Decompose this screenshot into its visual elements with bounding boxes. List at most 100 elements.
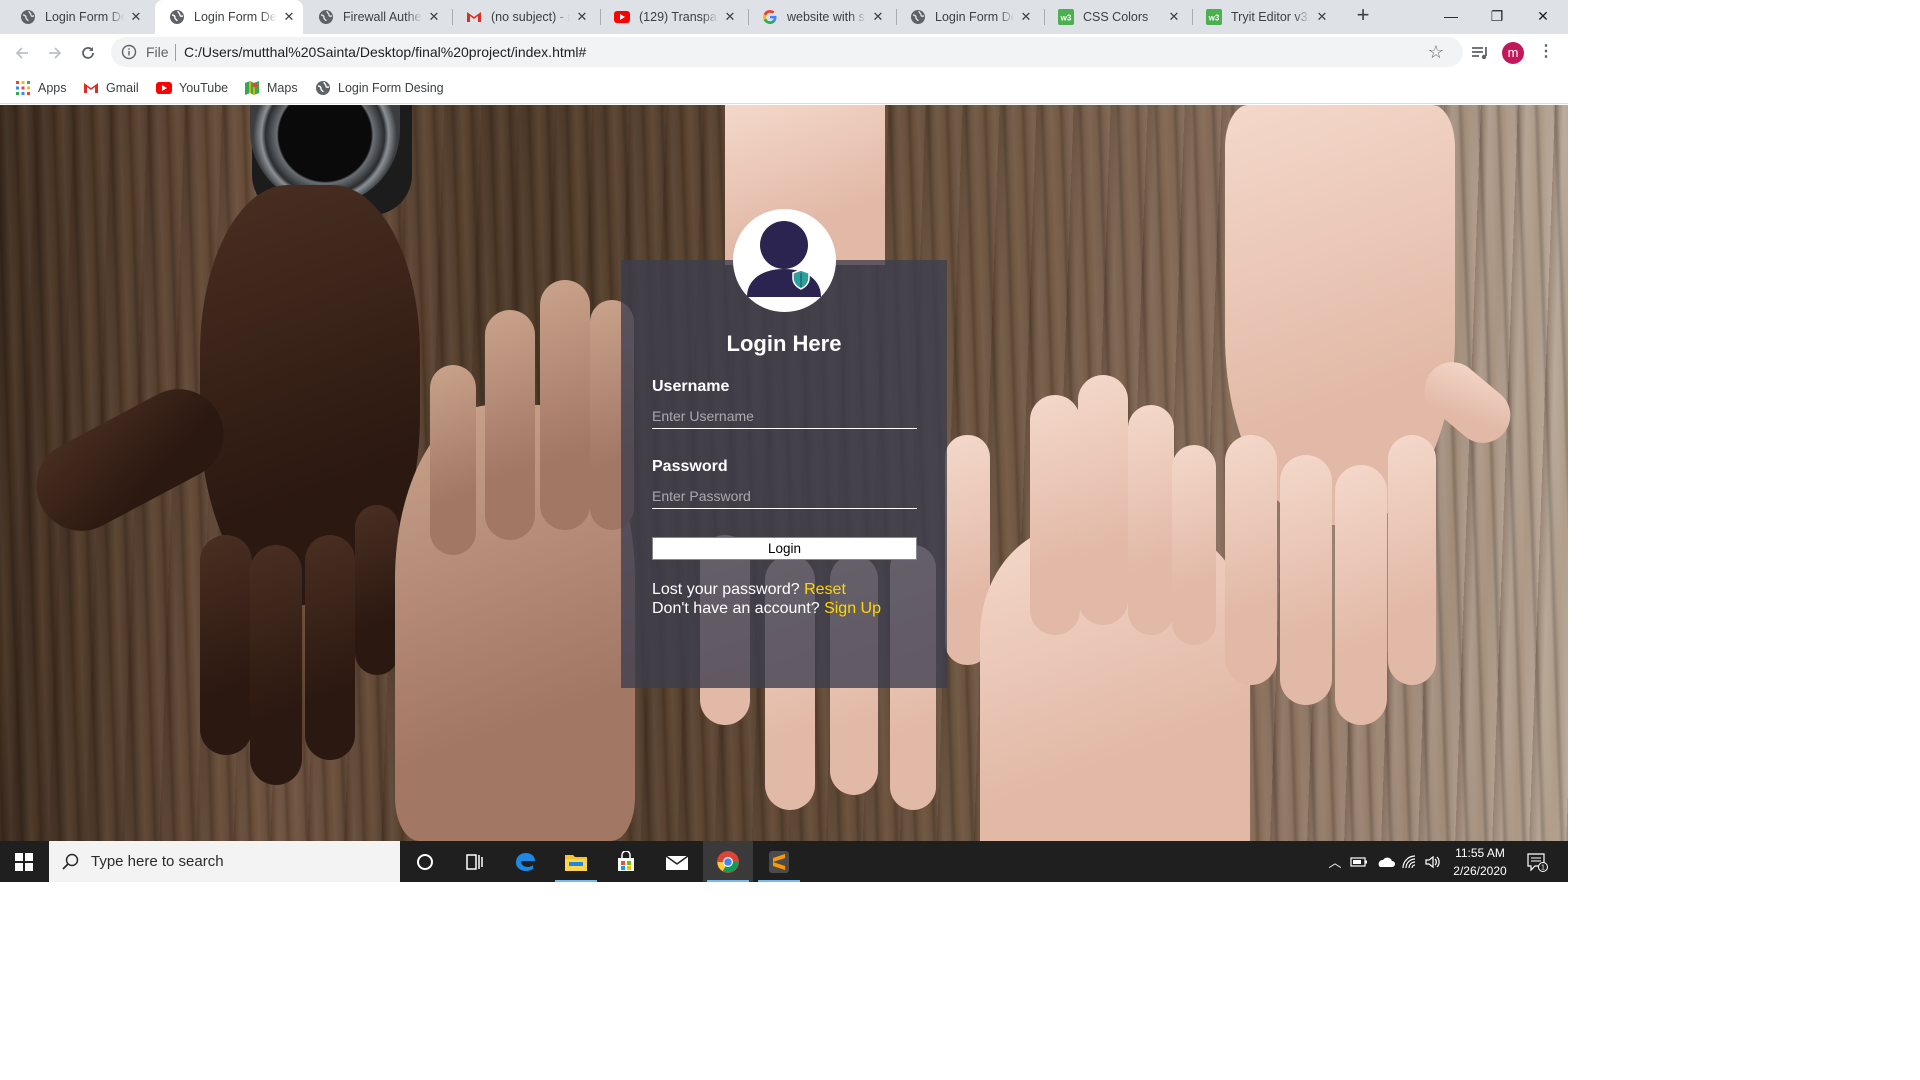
svg-text:w3: w3 — [1060, 14, 1072, 23]
search-placeholder: Type here to search — [91, 853, 224, 870]
volume-icon[interactable] — [1422, 841, 1444, 882]
profile-avatar[interactable]: m — [1502, 42, 1524, 64]
browser-tab[interactable]: Login Form Desing ✕ — [0, 0, 150, 34]
right-finger-image — [1225, 435, 1277, 685]
browser-tab[interactable]: Login Form Desing ✕ — [890, 0, 1040, 34]
password-input[interactable] — [652, 483, 917, 509]
medium-finger-image — [485, 310, 535, 540]
cortana-icon[interactable] — [400, 841, 450, 882]
tab-title: Login Form Desing — [45, 10, 124, 24]
task-view-icon[interactable] — [450, 841, 500, 882]
bookmark-label: YouTube — [179, 81, 229, 95]
browser-tab[interactable]: w3 Tryit Editor v3.6 ✕ — [1186, 0, 1336, 34]
notification-count: 1 — [1541, 864, 1545, 871]
w3schools-icon: w3 — [1206, 9, 1222, 25]
light-finger-image — [1030, 395, 1080, 635]
bookmark-maps[interactable]: Maps — [244, 78, 298, 98]
maps-icon — [244, 80, 260, 96]
edge-icon[interactable] — [500, 841, 550, 882]
windows-taskbar: Type here to search ︿ 11:55 AM 2/26/2020 — [0, 841, 1568, 882]
user-shield-icon — [747, 221, 821, 297]
taskbar-clock[interactable]: 11:55 AM 2/26/2020 — [1442, 844, 1518, 880]
taskbar-search-box[interactable]: Type here to search — [49, 841, 400, 882]
tab-title: (no subject) - mail — [491, 10, 570, 24]
username-label: Username — [652, 378, 730, 395]
reset-link[interactable]: Reset — [804, 581, 846, 598]
medium-finger-image — [430, 365, 476, 555]
forward-button[interactable] — [43, 41, 67, 65]
minimize-button[interactable]: — — [1428, 0, 1474, 32]
address-bar[interactable]: File C:/Users/mutthal%20Sainta/Desktop/f… — [111, 37, 1463, 67]
chrome-menu-icon[interactable]: ⋮ — [1538, 40, 1554, 64]
right-finger-image — [1388, 435, 1436, 685]
browser-tab-active[interactable]: Login Form Desing ✕ — [155, 0, 303, 34]
password-label: Password — [652, 458, 728, 475]
apps-grid-icon — [15, 80, 31, 96]
new-tab-button[interactable]: + — [1352, 4, 1374, 27]
dark-finger-image — [200, 535, 252, 755]
media-control-icon[interactable] — [1469, 42, 1491, 64]
dark-finger-image — [305, 535, 355, 760]
dark-finger-image — [355, 505, 399, 675]
reload-icon — [82, 47, 94, 59]
close-tab-icon[interactable]: ✕ — [426, 9, 442, 25]
forward-arrow-icon — [49, 47, 62, 59]
clock-date: 2/26/2020 — [1453, 864, 1507, 878]
globe-icon — [318, 9, 334, 25]
browser-tab[interactable]: (no subject) - mail ✕ — [446, 0, 596, 34]
info-icon[interactable] — [121, 44, 137, 60]
light-finger-image — [1128, 405, 1174, 635]
close-window-button[interactable]: ✕ — [1520, 0, 1566, 32]
onedrive-cloud-icon[interactable] — [1372, 841, 1398, 882]
bookmark-star-icon[interactable]: ☆ — [1425, 41, 1447, 63]
user-avatar — [733, 209, 836, 312]
bookmark-login-form[interactable]: Login Form Desing — [315, 78, 444, 98]
bookmark-label: Maps — [267, 81, 298, 95]
dark-thumb-image — [20, 373, 240, 547]
bookmark-label: Apps — [38, 81, 67, 95]
close-tab-icon[interactable]: ✕ — [1166, 9, 1182, 25]
bookmark-apps[interactable]: Apps — [15, 78, 67, 98]
bookmark-gmail[interactable]: Gmail — [83, 78, 139, 98]
globe-icon — [910, 9, 926, 25]
tab-title: (129) Transparent — [639, 10, 718, 24]
lost-password-text: Lost your password? — [652, 581, 800, 598]
sublime-text-icon[interactable] — [754, 841, 804, 882]
close-tab-icon[interactable]: ✕ — [1314, 9, 1330, 25]
close-tab-icon[interactable]: ✕ — [281, 9, 297, 25]
browser-tab[interactable]: Firewall Authentication ✕ — [298, 0, 448, 34]
close-tab-icon[interactable]: ✕ — [722, 9, 738, 25]
tab-title: Login Form Desing — [935, 10, 1014, 24]
store-icon[interactable] — [601, 841, 651, 882]
restore-button[interactable]: ❐ — [1474, 0, 1520, 32]
tab-title: Firewall Authentication — [343, 10, 422, 24]
signup-link[interactable]: Sign Up — [824, 600, 881, 617]
username-input[interactable] — [652, 403, 917, 429]
start-button[interactable] — [0, 841, 48, 882]
close-tab-icon[interactable]: ✕ — [574, 9, 590, 25]
youtube-icon — [614, 9, 630, 25]
login-button[interactable]: Login — [652, 537, 917, 560]
close-tab-icon[interactable]: ✕ — [1018, 9, 1034, 25]
reload-button[interactable] — [76, 41, 100, 65]
bookmark-youtube[interactable]: YouTube — [156, 78, 228, 98]
browser-tab[interactable]: website with simple ✕ — [742, 0, 892, 34]
browser-tab[interactable]: (129) Transparent ✕ — [594, 0, 744, 34]
battery-icon[interactable] — [1348, 841, 1370, 882]
close-tab-icon[interactable]: ✕ — [128, 9, 144, 25]
action-center-icon[interactable]: 1 — [1522, 841, 1552, 882]
tab-title: Tryit Editor v3.6 — [1231, 10, 1310, 24]
wifi-icon[interactable] — [1398, 841, 1422, 882]
file-explorer-icon[interactable] — [551, 841, 601, 882]
login-title: Login Here — [726, 331, 842, 356]
globe-icon — [20, 9, 36, 25]
back-button[interactable] — [10, 41, 34, 65]
close-tab-icon[interactable]: ✕ — [870, 9, 886, 25]
browser-tab[interactable]: w3 CSS Colors ✕ — [1038, 0, 1188, 34]
url-text[interactable]: C:/Users/mutthal%20Sainta/Desktop/final%… — [184, 44, 586, 60]
show-hidden-icons-button[interactable]: ︿ — [1324, 841, 1346, 882]
chrome-icon[interactable] — [703, 841, 753, 882]
mail-icon[interactable] — [652, 841, 702, 882]
gmail-icon — [83, 80, 99, 96]
address-divider — [175, 44, 176, 61]
